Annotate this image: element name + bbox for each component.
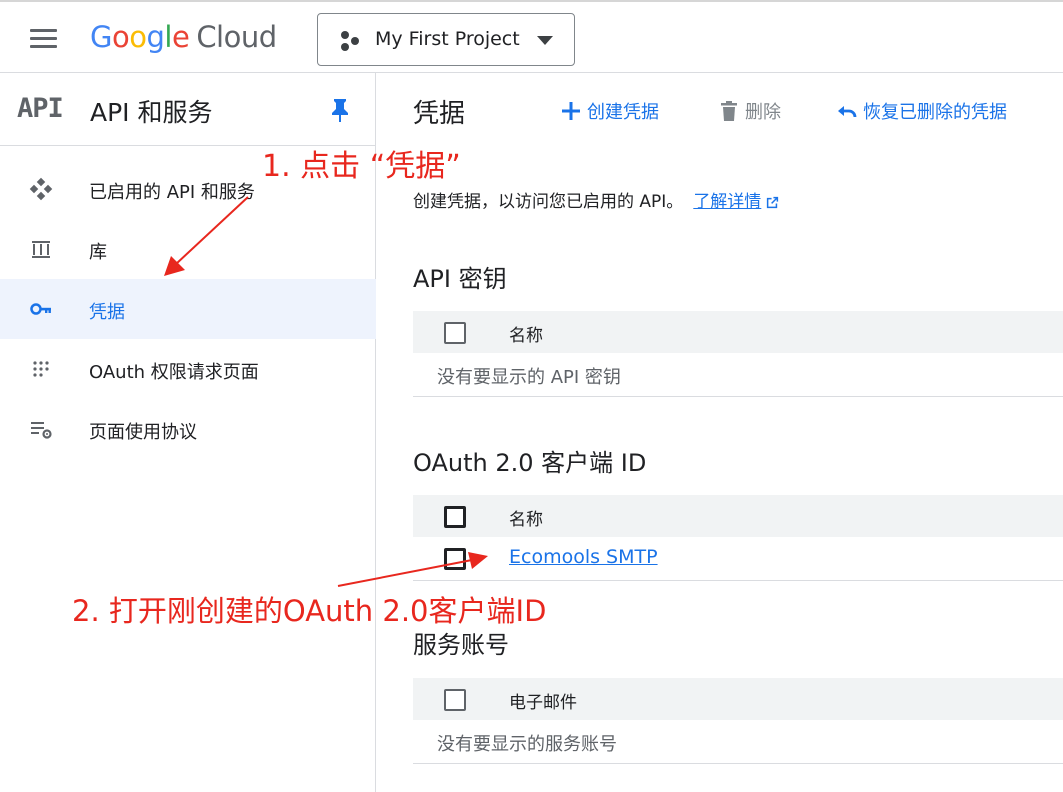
project-selector-button[interactable]: My First Project — [317, 13, 575, 66]
service-accounts-table-header: 电子邮件 — [413, 678, 1063, 720]
sidebar-header: API API 和服务 — [0, 73, 376, 146]
google-cloud-logo[interactable]: Google Cloud — [90, 20, 277, 54]
logo-letter: l — [164, 20, 172, 54]
api-keys-table-header: 名称 — [413, 311, 1063, 353]
annotation-step-1: 1. 点击 “凭据” — [262, 149, 461, 184]
learn-more-link[interactable]: 了解详情 — [693, 192, 761, 212]
oauth-clients-title: OAuth 2.0 客户端 ID — [413, 449, 647, 477]
annotation-step-2: 2. 打开刚创建的OAuth 2.0客户端ID — [72, 594, 547, 628]
dotted-grid-icon — [33, 361, 49, 377]
caret-down-icon — [537, 36, 553, 45]
sidebar-item-label: 库 — [89, 242, 107, 263]
api-keys-empty-row: 没有要显示的 API 密钥 — [413, 353, 1063, 397]
plus-icon — [562, 102, 580, 120]
sidebar-item-label: 凭据 — [89, 302, 125, 323]
restore-deleted-credentials-button[interactable]: 恢复已删除的凭据 — [835, 97, 1030, 125]
column-header: 名称 — [509, 326, 543, 346]
project-name: My First Project — [375, 28, 520, 50]
table-row[interactable]: Ecomools SMTP — [413, 537, 1063, 581]
column-header: 名称 — [509, 510, 543, 530]
select-all-checkbox[interactable] — [444, 322, 466, 344]
select-all-checkbox[interactable] — [444, 689, 466, 711]
service-accounts-empty-row: 没有要显示的服务账号 — [413, 720, 1063, 764]
oauth-client-link[interactable]: Ecomools SMTP — [509, 546, 658, 568]
logo-letter: o — [129, 20, 147, 54]
create-credentials-button[interactable]: 创建凭据 — [559, 97, 669, 125]
logo-letter: g — [146, 20, 165, 54]
logo-letter: e — [171, 20, 190, 54]
hamburger-menu-icon[interactable] — [28, 26, 60, 50]
row-checkbox[interactable] — [444, 548, 466, 570]
logo-letter: G — [90, 20, 112, 54]
page-title: 凭据 — [413, 99, 466, 129]
sidebar-item-label: 页面使用协议 — [89, 422, 197, 443]
main-content: 凭据 创建凭据 删除 恢复已删除的凭据 创建凭据，以访问您已启用的 API。 了解… — [377, 73, 1063, 792]
sidebar-item-label: 已启用的 API 和服务 — [89, 182, 255, 203]
delete-button[interactable]: 删除 — [717, 97, 789, 125]
select-all-checkbox[interactable] — [444, 506, 466, 528]
library-icon — [32, 241, 50, 258]
sidebar-item-label: OAuth 权限请求页面 — [89, 362, 259, 383]
logo-letter: o — [111, 20, 130, 54]
empty-message: 没有要显示的 API 密钥 — [437, 367, 621, 388]
api-logo-icon: API — [17, 93, 64, 124]
service-accounts-title: 服务账号 — [413, 631, 509, 659]
undo-icon — [838, 106, 857, 118]
intro-description: 创建凭据，以访问您已启用的 API。 — [413, 192, 684, 212]
api-keys-title: API 密钥 — [413, 265, 507, 293]
diamond-grid-icon — [29, 177, 53, 201]
sidebar-item-credentials[interactable]: 凭据 — [0, 279, 376, 339]
empty-message: 没有要显示的服务账号 — [437, 734, 617, 755]
logo-cloud-text: Cloud — [196, 20, 277, 54]
sidebar-title: API 和服务 — [90, 98, 213, 127]
sidebar-item-oauth-consent[interactable]: OAuth 权限请求页面 — [0, 339, 376, 399]
pin-icon[interactable] — [328, 97, 352, 123]
oauth-table-header: 名称 — [413, 495, 1063, 537]
sidebar-item-library[interactable]: 库 — [0, 219, 376, 279]
intro-text: 创建凭据，以访问您已启用的 API。 了解详情 — [413, 187, 780, 212]
key-icon — [30, 303, 51, 315]
column-header: 电子邮件 — [509, 693, 577, 713]
trash-icon — [721, 101, 737, 121]
external-link-icon[interactable] — [765, 195, 780, 210]
top-bar: Google Cloud My First Project — [0, 0, 1063, 73]
restore-label: 恢复已删除的凭据 — [863, 102, 1007, 123]
delete-label: 删除 — [745, 102, 781, 123]
list-settings-icon — [31, 422, 52, 439]
sidebar-item-page-agreements[interactable]: 页面使用协议 — [0, 399, 376, 459]
create-credentials-label: 创建凭据 — [587, 102, 659, 123]
project-hexagons-icon — [341, 31, 359, 51]
